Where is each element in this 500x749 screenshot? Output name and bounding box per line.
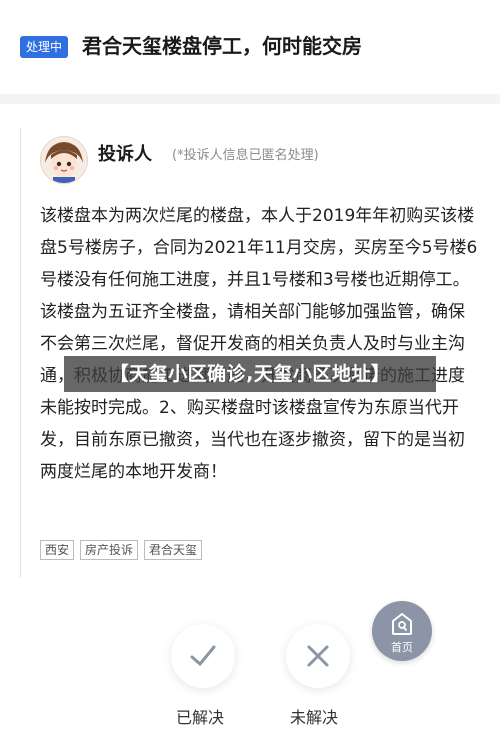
overlay-banner: 【天玺小区确诊,天玺小区地址】 (64, 356, 436, 392)
header: 处理中 君合天玺楼盘停工，何时能交房 (0, 0, 500, 94)
page-title: 君合天玺楼盘停工，何时能交房 (82, 34, 362, 58)
tag-project[interactable]: 君合天玺 (144, 540, 203, 560)
complaint-body: 该楼盘本为两次烂尾的楼盘，本人于2019年年初购买该楼盘5号楼房子，合同为202… (40, 206, 478, 482)
section-divider (0, 94, 500, 104)
anonymous-note: (*投诉人信息已匿名处理) (172, 148, 319, 163)
tag-list: 西安 房产投诉 君合天玺 (40, 540, 203, 560)
check-icon (190, 645, 216, 666)
tag-category[interactable]: 房产投诉 (80, 540, 139, 560)
unresolved-button[interactable] (286, 624, 350, 688)
timeline-rail (20, 128, 21, 578)
tag-location[interactable]: 西安 (40, 540, 75, 560)
status-badge: 处理中 (20, 36, 69, 58)
resolved-button[interactable] (171, 624, 235, 688)
cross-icon (307, 645, 329, 667)
home-label: 首页 (391, 641, 413, 654)
complainant-name: 投诉人 (98, 144, 152, 165)
unresolved-label[interactable]: 未解决 (290, 704, 338, 728)
avatar (40, 136, 88, 184)
home-icon (392, 613, 412, 635)
home-button[interactable]: 首页 (372, 601, 432, 661)
resolved-label[interactable]: 已解决 (176, 704, 224, 728)
